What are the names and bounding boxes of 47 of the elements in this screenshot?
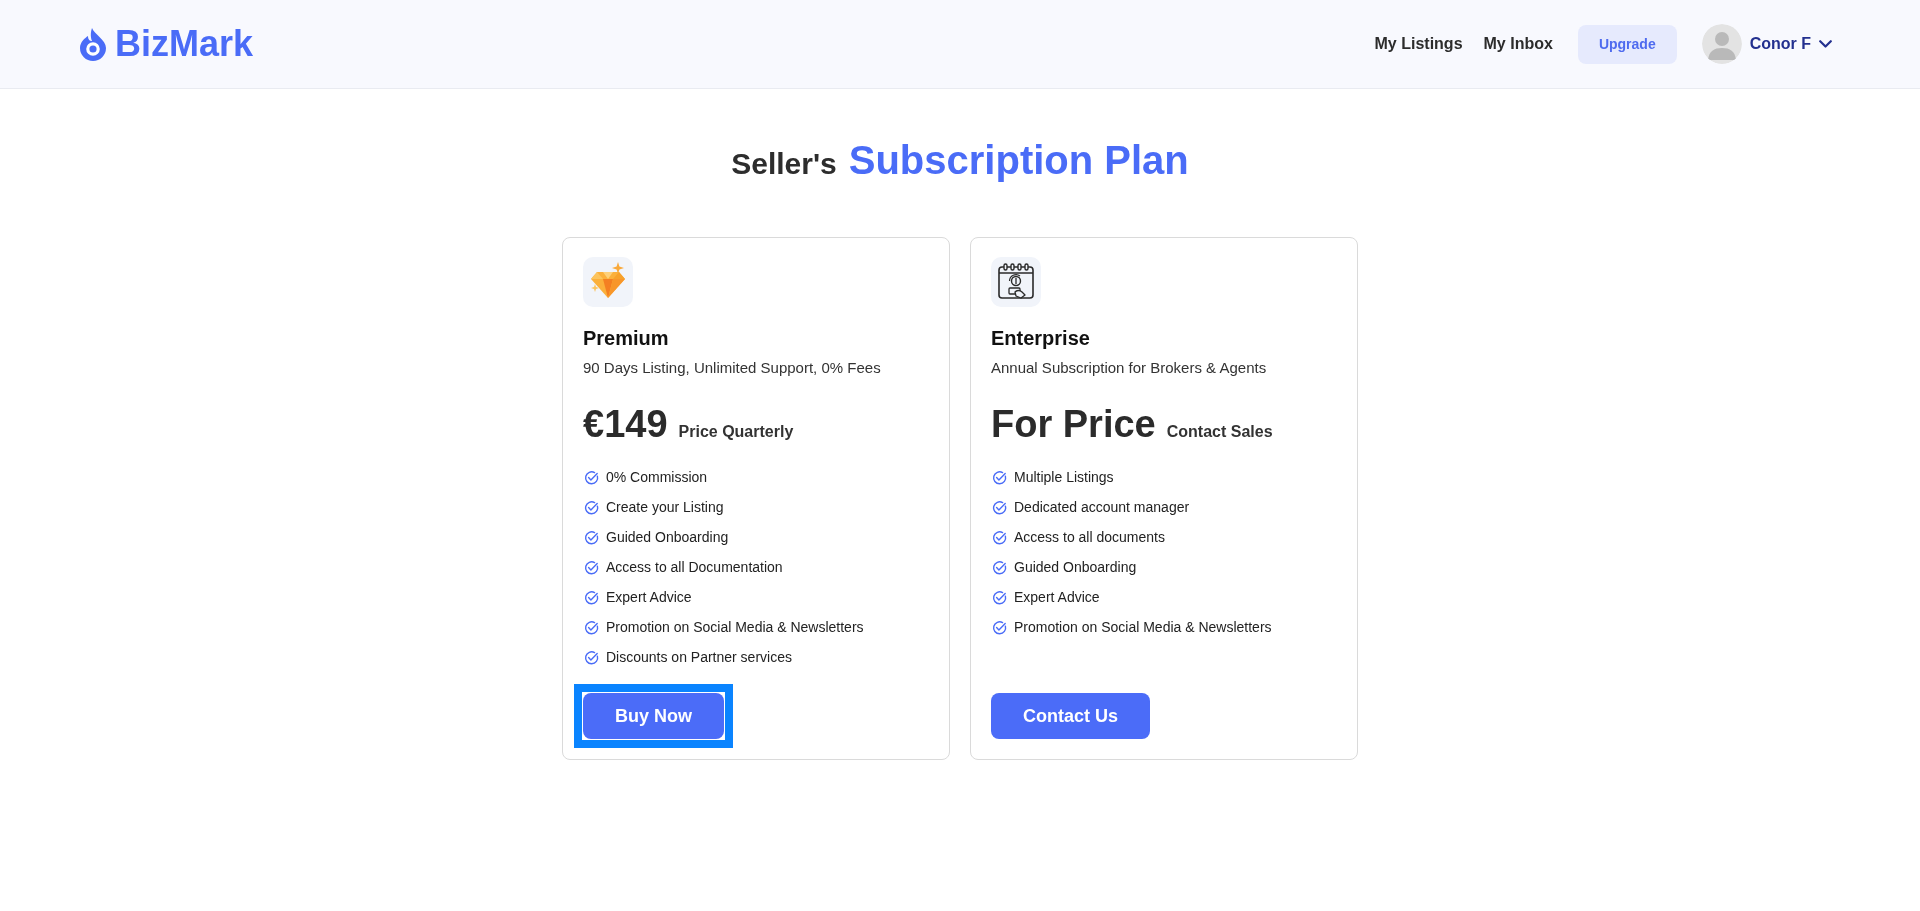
nav-link[interactable]: My Listings	[1374, 34, 1463, 54]
check-circle-icon	[584, 499, 599, 515]
feature-text: Dedicated account manager	[1014, 498, 1190, 516]
feature-text: Guided Onboarding	[606, 528, 729, 546]
plan-description: 90 Days Listing, Unlimited Support, 0% Fees	[583, 358, 881, 378]
gem-icon	[583, 257, 633, 307]
plan-button[interactable]: Buy Now	[583, 693, 724, 739]
check-circle-icon	[584, 649, 599, 665]
feature-text: Create your Listing	[606, 498, 724, 516]
plan-name: Enterprise	[991, 326, 1090, 350]
nav-link[interactable]: My Inbox	[1483, 34, 1553, 54]
check-circle-icon	[992, 619, 1007, 635]
logo-icon[interactable]	[80, 27, 106, 61]
check-circle-icon	[584, 529, 599, 545]
feature-text: Multiple Listings	[1014, 468, 1114, 486]
check-circle-icon	[992, 529, 1007, 545]
feature-text: Access to all documents	[1014, 528, 1165, 546]
check-circle-icon	[992, 589, 1007, 605]
feature-text: Discounts on Partner services	[606, 648, 792, 666]
price-note: Contact Sales	[1166, 422, 1273, 442]
logo-text[interactable]: BizMark	[115, 24, 254, 64]
feature-text: Promotion on Social Media & Newsletters	[1014, 618, 1272, 636]
price-amount: €149	[583, 402, 668, 446]
check-circle-icon	[584, 589, 599, 605]
user-menu-button[interactable]: Conor F	[1749, 34, 1832, 54]
calendar-icon	[991, 257, 1041, 307]
plan-description: Annual Subscription for Brokers & Agents	[991, 358, 1267, 378]
check-circle-icon	[584, 469, 599, 485]
upgrade-button[interactable]: Upgrade	[1577, 24, 1677, 64]
heading-text: Seller's	[731, 147, 837, 180]
plan-button[interactable]: Contact Us	[991, 693, 1150, 739]
price-note: Price Quarterly	[678, 422, 794, 442]
check-circle-icon	[992, 469, 1007, 485]
check-circle-icon	[992, 559, 1007, 575]
feature-text: Expert Advice	[1014, 588, 1100, 606]
feature-text: 0% Commission	[606, 468, 708, 486]
check-circle-icon	[584, 619, 599, 635]
feature-text: Access to all Documentation	[606, 558, 783, 576]
check-circle-icon	[584, 559, 599, 575]
check-circle-icon	[992, 499, 1007, 515]
feature-text: Promotion on Social Media & Newsletters	[606, 618, 864, 636]
feature-text: Guided Onboarding	[1014, 558, 1137, 576]
price-amount: For Price	[991, 402, 1156, 446]
chevron-down-icon	[1819, 40, 1832, 48]
feature-text: Expert Advice	[606, 588, 692, 606]
plan-name: Premium	[583, 326, 669, 350]
heading-highlight-text: Subscription Plan	[848, 138, 1189, 182]
